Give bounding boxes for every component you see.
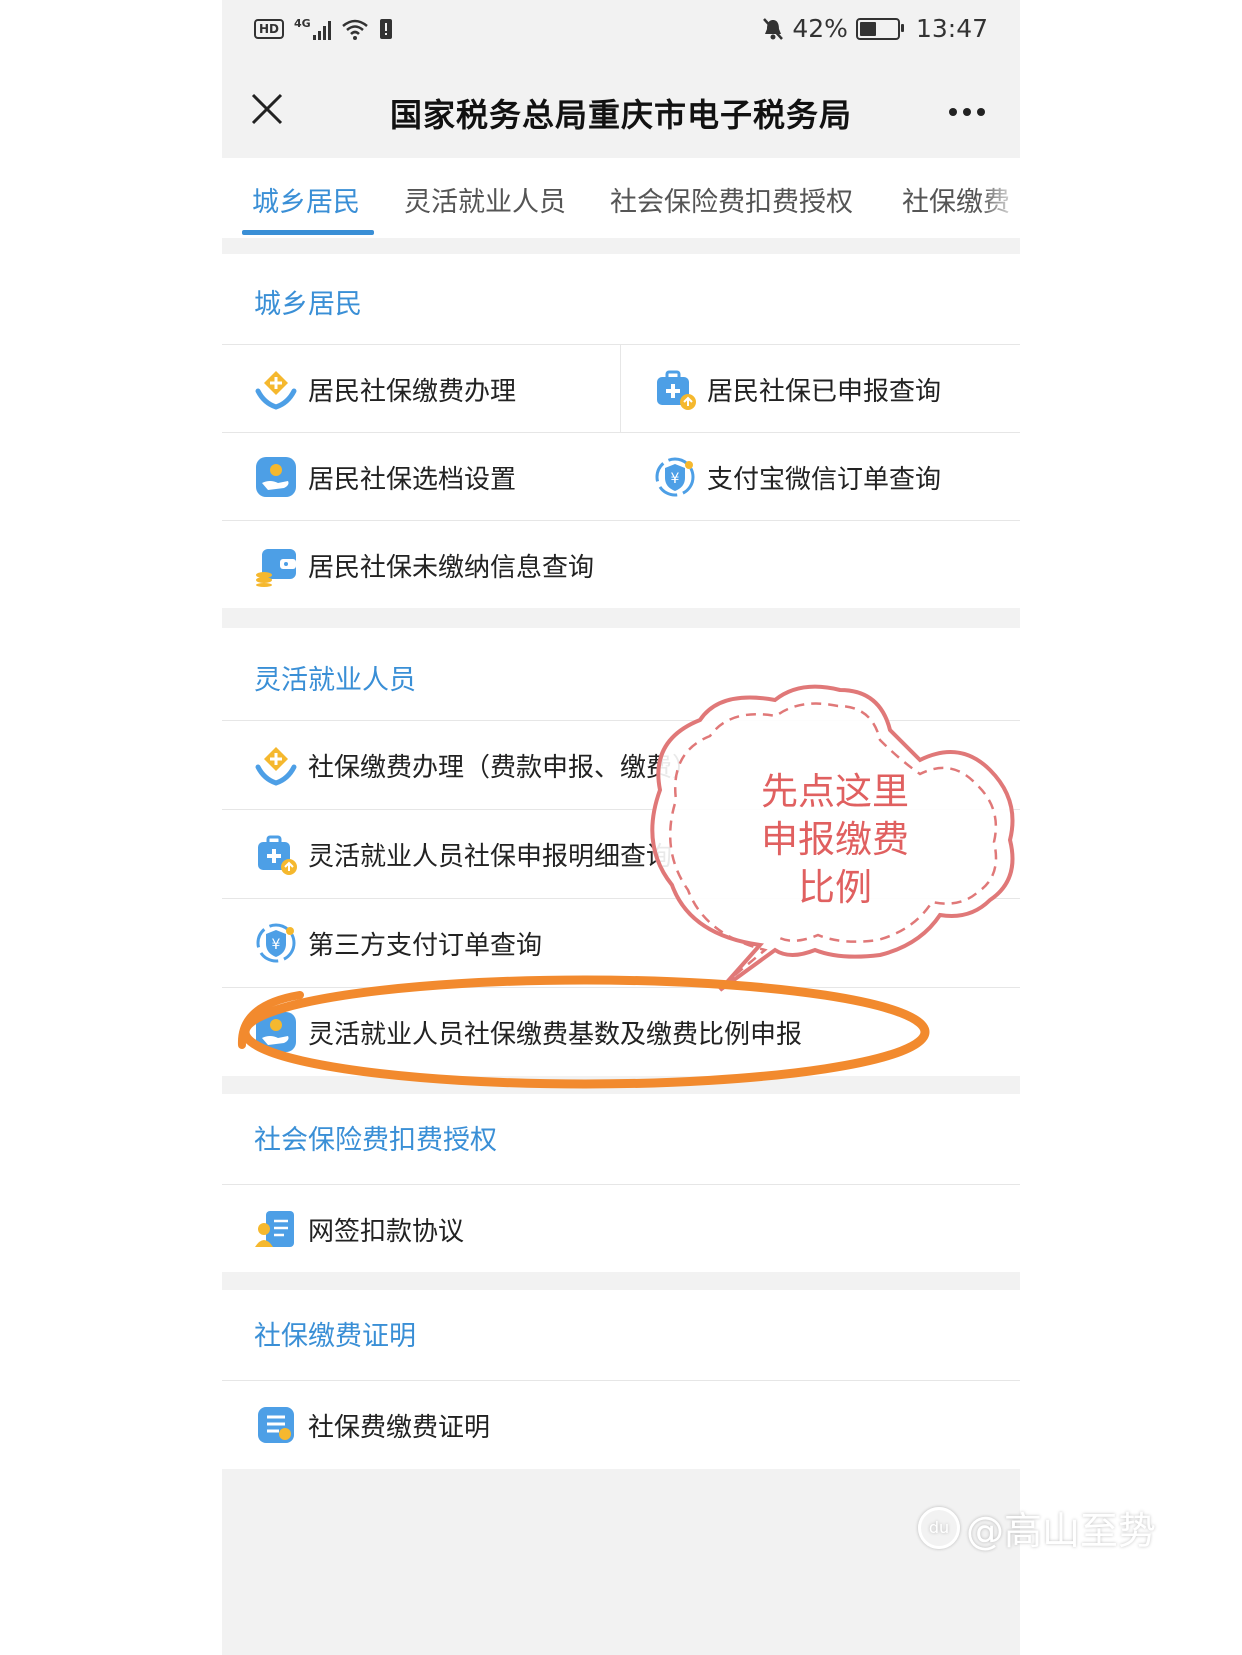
yuan-shield-icon: ¥ — [655, 457, 695, 497]
network-label: 4G — [294, 16, 311, 30]
item-resident-tier-setting[interactable]: 居民社保选档设置 — [222, 432, 621, 521]
item-label: 社保费缴费证明 — [308, 1413, 491, 1443]
item-resident-declared-query[interactable]: 居民社保已申报查询 — [621, 344, 1020, 433]
item-label: 灵活就业人员社保缴费基数及缴费比例申报 — [308, 1020, 803, 1050]
item-label: 社保缴费办理（费款申报、缴费） — [308, 753, 699, 783]
tab-indicator — [242, 230, 374, 235]
watermark-logo-icon: du — [917, 1506, 960, 1549]
battery-icon — [855, 17, 904, 40]
bubble-line-2: 申报缴费 — [761, 818, 909, 861]
section-title: 城乡居民 — [254, 289, 362, 320]
divider-gap — [222, 1272, 1020, 1290]
section-header-urban-rural: 城乡居民 — [222, 254, 1020, 344]
signal-icon — [312, 18, 331, 40]
wifi-icon — [341, 19, 368, 40]
item-resident-unpaid-query[interactable]: 居民社保未缴纳信息查询 — [222, 520, 1020, 609]
hand-card-icon — [256, 457, 296, 497]
hand-card-icon — [256, 1012, 296, 1052]
sim-alert-icon — [379, 19, 392, 39]
yuan-shield-icon: ¥ — [256, 923, 296, 963]
section-header-flexible: 灵活就业人员 — [222, 628, 1020, 720]
item-payment-certificate[interactable]: 社保费缴费证明 — [222, 1380, 1020, 1469]
tab-urban-rural[interactable]: 城乡居民 — [252, 180, 360, 219]
section-header-authorization: 社会保险费扣费授权 — [222, 1094, 1020, 1184]
bubble-line-1: 先点这里 — [761, 770, 909, 813]
watermark-text: @高山至势 — [965, 1509, 1156, 1553]
item-label: 灵活就业人员社保申报明细查询 — [308, 842, 673, 872]
medkit-upload-icon — [657, 370, 696, 410]
section-title: 社会保险费扣费授权 — [254, 1125, 497, 1156]
tab-authorization[interactable]: 社会保险费扣费授权 — [610, 180, 853, 219]
status-left: HD 4G — [254, 16, 393, 40]
tab-bar: 城乡居民 灵活就业人员 社会保险费扣费授权 社保缴费 — [222, 158, 1020, 238]
item-label: 居民社保缴费办理 — [308, 377, 517, 407]
item-label: 居民社保未缴纳信息查询 — [308, 553, 595, 583]
item-alipay-wechat-query[interactable]: ¥ 支付宝微信订单查询 — [621, 432, 1020, 521]
battery-percent: 42% — [792, 14, 848, 43]
item-label: 支付宝微信订单查询 — [707, 465, 942, 495]
divider-gap — [222, 1076, 1020, 1094]
item-label: 第三方支付订单查询 — [308, 931, 543, 961]
watermark: du @高山至势 — [917, 1500, 1156, 1555]
divider-gap — [222, 238, 1020, 254]
item-online-sign-agreement[interactable]: 网签扣款协议 — [222, 1184, 1020, 1273]
item-resident-payment[interactable]: 居民社保缴费办理 — [222, 344, 621, 433]
medkit-upload-icon — [258, 835, 297, 875]
bubble-text: 先点这里 申报缴费 比例 — [740, 768, 930, 912]
status-right: 42% 13:47 — [762, 14, 988, 43]
wallet-coins-icon — [256, 549, 296, 587]
hands-coin-icon — [255, 747, 297, 786]
page-title: 国家税务总局重庆市电子税务局 — [389, 96, 852, 134]
bubble-line-3: 比例 — [798, 866, 872, 909]
more-icon[interactable] — [948, 86, 986, 126]
divider-gap — [222, 608, 1020, 628]
hd-badge: HD — [254, 19, 285, 39]
item-label: 居民社保已申报查询 — [707, 377, 942, 407]
clock: 13:47 — [915, 14, 988, 43]
item-label: 居民社保选档设置 — [308, 465, 517, 495]
tab-fade — [980, 158, 1020, 238]
hands-coin-icon — [255, 371, 297, 410]
contract-user-icon — [255, 1211, 294, 1247]
svg-text:¥: ¥ — [272, 937, 281, 953]
nav-bar: 国家税务总局重庆市电子税务局 — [222, 66, 1020, 158]
tab-flexible[interactable]: 灵活就业人员 — [404, 180, 566, 219]
svg-text:¥: ¥ — [671, 471, 680, 487]
document-list-icon — [258, 1407, 294, 1443]
item-flexible-base-ratio-declare[interactable]: 灵活就业人员社保缴费基数及缴费比例申报 — [222, 987, 1020, 1077]
section-title: 社保缴费证明 — [254, 1321, 416, 1352]
section-header-certificate: 社保缴费证明 — [222, 1290, 1020, 1380]
status-bar: HD 4G 42% 13:47 — [222, 0, 1020, 66]
section-title: 灵活就业人员 — [254, 665, 416, 696]
mute-bell-icon — [763, 17, 784, 40]
item-label: 网签扣款协议 — [308, 1217, 465, 1247]
